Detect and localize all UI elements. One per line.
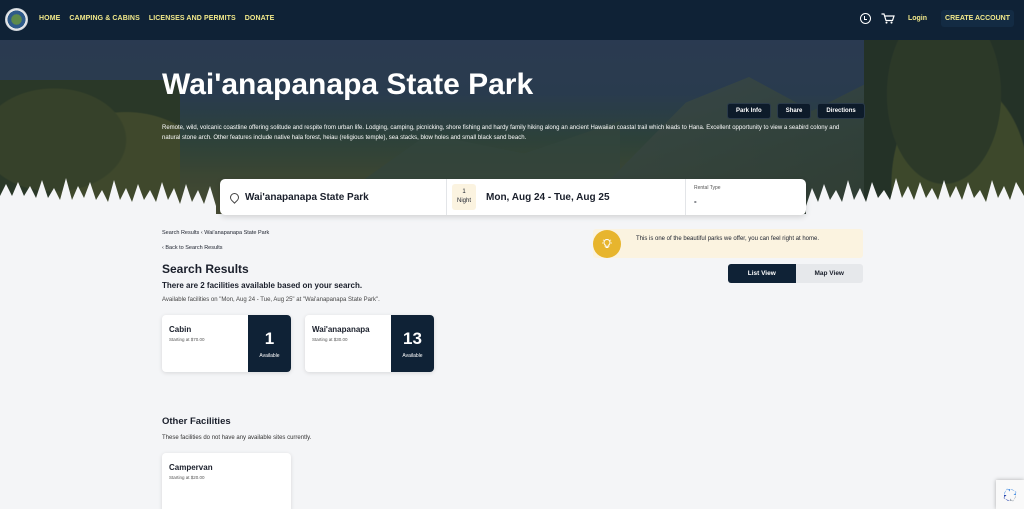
view-toggle: List View Map View [728, 264, 863, 283]
other-facilities-subtitle: These facilities do not have any availab… [162, 435, 312, 441]
facility-card[interactable]: Cabin Starting at $70.00 1 Available [162, 315, 291, 372]
breadcrumb: Search Results ‹ Wai'anapanapa State Par… [162, 230, 269, 236]
date-range-value: Mon, Aug 24 - Tue, Aug 25 [486, 191, 610, 203]
other-facilities-title: Other Facilities [162, 416, 231, 427]
facility-name: Cabin [169, 325, 192, 334]
available-count: 1 [264, 329, 275, 348]
park-info-button[interactable]: Park Info [727, 103, 771, 119]
search-bar: Wai'anapanapa State Park 1 Night Mon, Au… [220, 179, 806, 215]
location-value: Wai'anapanapa State Park [245, 191, 369, 203]
results-count: There are 2 facilities available based o… [162, 281, 363, 290]
rental-type-field[interactable]: Rental Type - [686, 179, 721, 215]
nights-count: 1 [462, 189, 466, 195]
create-account-button[interactable]: CREATE ACCOUNT [941, 10, 1014, 27]
facility-price: Starting at $70.00 [169, 337, 205, 342]
date-range-field[interactable]: 1 Night Mon, Aug 24 - Tue, Aug 25 [447, 179, 686, 215]
breadcrumb-search-results[interactable]: Search Results [162, 230, 199, 236]
recaptcha-icon[interactable] [996, 480, 1024, 509]
park-description: Remote, wild, volcanic coastline offerin… [162, 125, 840, 141]
map-view-button[interactable]: Map View [795, 264, 863, 283]
nav-donate-link[interactable]: DONATE [245, 15, 275, 22]
state-parks-logo[interactable] [5, 8, 28, 31]
cart-icon[interactable] [881, 13, 895, 24]
nav-right: Login CREATE ACCOUNT [859, 10, 1014, 27]
available-count: 13 [403, 329, 422, 348]
clock-icon[interactable] [859, 13, 871, 24]
available-label: Available [259, 353, 280, 359]
available-label: Available [402, 353, 423, 359]
facility-price: Starting at $20.00 [169, 475, 205, 480]
page-title: Wai'anapanapa State Park [162, 68, 534, 101]
directions-button[interactable]: Directions [817, 103, 865, 119]
back-link-label: Back to Search Results [165, 245, 223, 251]
nav-licenses-link[interactable]: LICENSES AND PERMITS [149, 15, 236, 22]
facility-name: Campervan [169, 463, 213, 472]
map-pin-icon [228, 190, 241, 204]
list-view-button[interactable]: List View [728, 264, 796, 283]
rental-type-value: - [694, 197, 697, 206]
nav-home-link[interactable]: HOME [39, 15, 60, 22]
hero-actions: Park Info Share Directions [727, 103, 865, 119]
nav-camping-link[interactable]: CAMPING & CABINS [69, 15, 139, 22]
facility-name: Wai'anapanapa [312, 325, 370, 334]
breadcrumb-current: Wai'anapanapa State Park [204, 230, 270, 236]
share-button[interactable]: Share [776, 103, 812, 119]
facility-card[interactable]: Wai'anapanapa Starting at $30.00 13 Avai… [305, 315, 434, 372]
nights-label: Night [456, 198, 471, 204]
nav-links: HOME CAMPING & CABINS LICENSES AND PERMI… [39, 15, 274, 22]
facility-card[interactable]: Campervan Starting at $20.00 [162, 453, 291, 509]
back-link[interactable]: ‹ Back to Search Results [162, 245, 223, 251]
results-subtitle: Available facilities on "Mon, Aug 24 - T… [162, 297, 380, 303]
tip-text: This is one of the beautiful parks we of… [636, 236, 819, 242]
facility-price: Starting at $30.00 [312, 337, 348, 342]
lightbulb-icon [593, 230, 621, 258]
login-link[interactable]: Login [908, 15, 927, 22]
rental-type-label: Rental Type [694, 185, 721, 191]
nights-badge: 1 Night [452, 184, 476, 210]
availability-badge: 1 Available [248, 315, 291, 372]
location-field[interactable]: Wai'anapanapa State Park [220, 179, 447, 215]
results-title: Search Results [162, 262, 249, 276]
top-nav: HOME CAMPING & CABINS LICENSES AND PERMI… [0, 0, 1024, 40]
availability-badge: 13 Available [391, 315, 434, 372]
